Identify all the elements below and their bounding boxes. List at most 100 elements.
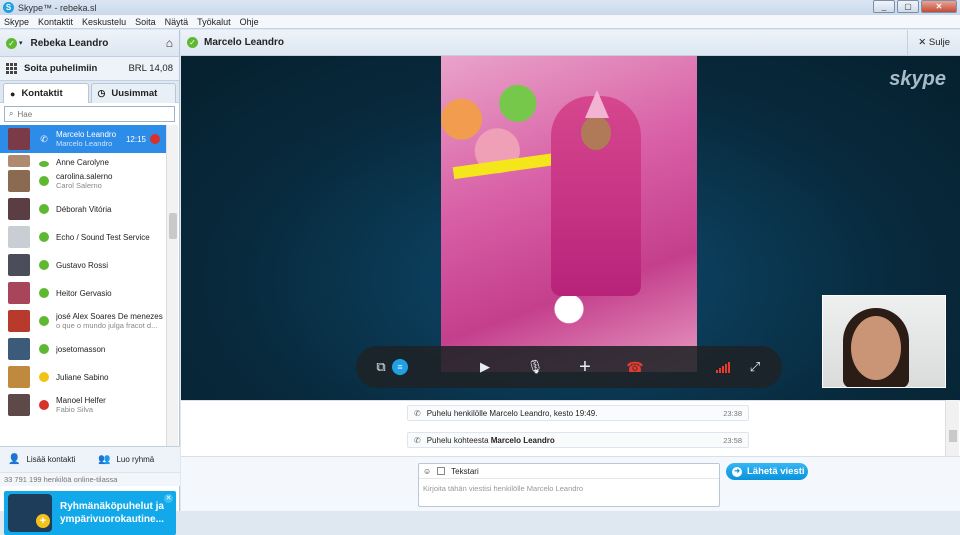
- avatar: [8, 226, 30, 248]
- group-icon: 👥: [98, 454, 111, 465]
- promo-line-2: ympärivuorokautine...: [60, 514, 164, 525]
- close-icon: ✕: [918, 36, 927, 48]
- menu-view[interactable]: Näytä: [165, 17, 189, 27]
- tab-contacts-label: Kontaktit: [21, 88, 63, 99]
- contact-name: Gustavo Rossi: [56, 260, 109, 270]
- contact-mood: Carol Salerno: [56, 181, 102, 190]
- hangup-icon[interactable]: [150, 134, 160, 144]
- profile-name[interactable]: Rebeka Leandro: [31, 38, 166, 49]
- contact-item[interactable]: Juliane Sabino: [0, 363, 166, 391]
- contact-item[interactable]: Gustavo Rossi: [0, 251, 166, 279]
- contact-item[interactable]: josé Alex Soares De menezes o que o mundo…: [0, 307, 166, 335]
- home-icon[interactable]: ⌂: [166, 36, 173, 50]
- menu-conversation[interactable]: Keskustelu: [82, 17, 126, 27]
- call-time: 12:15: [125, 134, 146, 144]
- phone-icon: ✆: [414, 408, 421, 418]
- window-title: Skype™ - rebeka.sl: [18, 2, 97, 13]
- scrollbar-thumb[interactable]: [949, 430, 957, 442]
- close-window-button[interactable]: ✕: [921, 0, 957, 13]
- close-conversation-button[interactable]: ✕ Sulje: [907, 29, 960, 56]
- menu-tools[interactable]: Työkalut: [197, 17, 231, 27]
- remote-video: [441, 56, 697, 372]
- video-share-icon[interactable]: ⧉: [370, 356, 392, 378]
- add-contact-button[interactable]: 👤 Lisää kontakti: [0, 454, 90, 465]
- avatar: [8, 394, 30, 416]
- contact-item[interactable]: ✆ Marcelo Leandro Marcelo Leandro 12:15: [0, 125, 166, 153]
- create-group-button[interactable]: 👥 Luo ryhmä: [90, 454, 180, 465]
- contact-list-scrollbar[interactable]: [166, 125, 178, 446]
- chat-scrollbar[interactable]: [945, 400, 959, 456]
- dialpad-icon: [6, 62, 18, 75]
- emoticon-icon[interactable]: ☺: [423, 467, 431, 476]
- online-status-icon: [39, 204, 49, 214]
- video-call-area: skype ⧉ ≡ ▶ 🎙 + ☎ ⤢: [181, 56, 960, 430]
- tab-contacts[interactable]: ● Kontaktit: [3, 83, 89, 103]
- online-status-icon: [39, 232, 49, 242]
- online-status-icon: [39, 176, 49, 186]
- contact-name: josetomasson: [56, 344, 106, 354]
- avatar: [8, 155, 30, 167]
- microphone-icon[interactable]: 🎙: [524, 356, 546, 378]
- avatar: [8, 282, 30, 304]
- profile-bar[interactable]: ✓ ▾ Rebeka Leandro ⌂: [0, 30, 179, 57]
- menu-help[interactable]: Ohje: [240, 17, 259, 27]
- self-video-preview[interactable]: [822, 295, 946, 388]
- avatar: [8, 366, 30, 388]
- sms-checkbox[interactable]: [437, 467, 446, 475]
- contact-mood: o que o mundo julga fracot d...: [56, 321, 158, 330]
- title-bar: S Skype™ - rebeka.sl _ ▢ ✕: [0, 0, 960, 15]
- conversation-title[interactable]: Marcelo Leandro: [204, 37, 907, 48]
- contact-item[interactable]: Echo / Sound Test Service: [0, 223, 166, 251]
- menu-bar: Skype Kontaktit Keskustelu Soita Näytä T…: [0, 15, 960, 29]
- skype-logo-icon: S: [3, 2, 14, 13]
- person-icon: ●: [10, 88, 16, 99]
- window-controls: _ ▢ ✕: [873, 0, 957, 13]
- contact-item[interactable]: Manoel Helfer Fabio Silva: [0, 391, 166, 419]
- compose-area: ☺ Tekstari Kirjoita tähän viestisi henki…: [181, 456, 960, 511]
- online-status-icon[interactable]: ✓: [6, 37, 17, 49]
- menu-contacts[interactable]: Kontaktit: [38, 17, 73, 27]
- message-box[interactable]: ☺ Tekstari Kirjoita tähän viestisi henki…: [418, 463, 720, 507]
- create-group-label: Luo ryhmä: [116, 455, 155, 464]
- contact-mood: Fabio Silva: [56, 405, 94, 414]
- scrollbar-thumb[interactable]: [169, 213, 177, 239]
- contact-search[interactable]: ⌕: [4, 106, 175, 122]
- contact-item[interactable]: carolina.salerno Carol Salerno: [0, 167, 166, 195]
- menu-skype[interactable]: Skype: [4, 17, 29, 27]
- hangup-icon[interactable]: ☎: [624, 356, 646, 378]
- contact-name: Déborah Vitória: [56, 204, 112, 214]
- call-controls-bar: ⧉ ≡ ▶ 🎙 + ☎ ⤢: [356, 346, 782, 388]
- contact-item[interactable]: Déborah Vitória: [0, 195, 166, 223]
- signal-icon[interactable]: [712, 356, 734, 378]
- chat-icon[interactable]: ≡: [392, 359, 408, 375]
- fullscreen-icon[interactable]: ⤢: [744, 356, 766, 378]
- minimize-button[interactable]: _: [873, 0, 895, 13]
- promo-banner[interactable]: Ryhmänäköpuhelut ja ympärivuorokautine...…: [4, 491, 176, 535]
- search-input[interactable]: [17, 109, 158, 119]
- online-status-icon: [39, 288, 49, 298]
- call-phones-bar[interactable]: Soita puhelimiin BRL 14,08: [0, 57, 179, 81]
- contact-item[interactable]: josetomasson: [0, 335, 166, 363]
- maximize-button[interactable]: ▢: [897, 0, 919, 13]
- message-text: Puhelu kohteesta Marcelo Leandro: [426, 435, 555, 445]
- add-person-icon: 👤: [8, 454, 21, 465]
- status-dropdown-icon[interactable]: ▾: [19, 39, 23, 47]
- plus-icon[interactable]: +: [574, 356, 596, 378]
- online-status-icon: [39, 161, 49, 167]
- contact-item[interactable]: Anne Carolyne: [0, 153, 166, 167]
- tab-recent[interactable]: ◷ Uusimmat: [90, 83, 176, 103]
- phone-icon: ✆: [40, 134, 48, 144]
- message-input[interactable]: Kirjoita tähän viestisi henkilölle Marce…: [419, 479, 719, 498]
- skype-watermark: skype: [889, 68, 946, 90]
- send-label: Lähetä viesti: [747, 466, 805, 477]
- send-message-button[interactable]: ➜ Lähetä viesti: [726, 463, 808, 480]
- contact-item[interactable]: Heitor Gervasio: [0, 279, 166, 307]
- online-status-icon: ✓: [187, 37, 198, 48]
- close-icon[interactable]: ✕: [164, 494, 173, 503]
- online-status-icon: [39, 344, 49, 354]
- menu-call[interactable]: Soita: [135, 17, 156, 27]
- avatar: [8, 254, 30, 276]
- close-label: Sulje: [928, 36, 950, 48]
- message-text: Puhelu henkilölle Marcelo Leandro, kesto…: [426, 408, 598, 418]
- camera-icon[interactable]: ▶: [474, 356, 496, 378]
